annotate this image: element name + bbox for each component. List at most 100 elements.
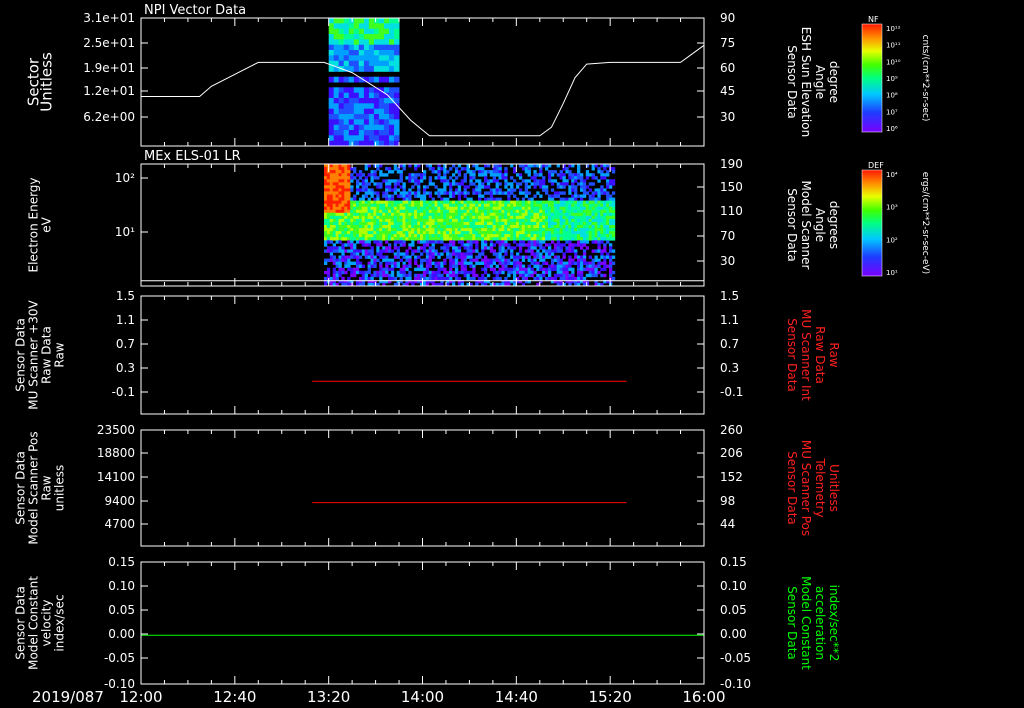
- heatmap-cell: [347, 243, 351, 247]
- heatmap-cell: [443, 176, 447, 180]
- heatmap-cell: [385, 221, 389, 226]
- heatmap-cell: [347, 255, 351, 259]
- heatmap-cell: [353, 273, 357, 278]
- heatmap-cell: [449, 185, 453, 189]
- heatmap-cell: [452, 182, 456, 186]
- right-tick-label: 70: [720, 229, 735, 243]
- heatmap-cell: [370, 221, 374, 226]
- heatmap-cell: [536, 228, 540, 232]
- heatmap-cell: [559, 225, 563, 229]
- heatmap-cell: [385, 240, 389, 244]
- heatmap-cell: [454, 231, 459, 235]
- heatmap-cell: [344, 194, 348, 198]
- heatmap-cell: [585, 170, 590, 174]
- heatmap-cell: [443, 234, 447, 238]
- colorbar-tick: 10⁴: [886, 171, 898, 179]
- heatmap-cell: [335, 258, 339, 262]
- heatmap-cell: [378, 108, 385, 115]
- left-axis-label: unitless: [53, 465, 67, 511]
- heatmap-cell: [550, 264, 555, 268]
- heatmap-cell: [414, 200, 418, 204]
- heatmap-cell: [328, 124, 335, 131]
- heatmap-cell: [562, 255, 566, 259]
- heatmap-cell: [498, 203, 502, 208]
- heatmap-cell: [399, 237, 403, 241]
- heatmap-cell: [510, 246, 514, 250]
- heatmap-cell: [422, 218, 427, 223]
- heatmap-cell: [361, 228, 366, 232]
- heatmap-cell: [527, 240, 531, 244]
- heatmap-cell: [393, 209, 398, 214]
- heatmap-cell: [463, 209, 467, 214]
- heatmap-cell: [324, 212, 328, 217]
- heatmap-cell: [556, 240, 560, 244]
- heatmap-cell: [457, 261, 462, 265]
- heatmap-cell: [524, 194, 528, 198]
- heatmap-cell: [385, 246, 389, 250]
- heatmap-cell: [513, 218, 517, 223]
- heatmap-cell: [513, 264, 517, 268]
- heatmap-cell: [437, 167, 441, 171]
- heatmap-cell: [518, 176, 523, 180]
- heatmap-cell: [378, 18, 385, 24]
- heatmap-cell: [454, 273, 459, 278]
- heatmap-cell: [609, 225, 613, 229]
- heatmap-cell: [513, 221, 517, 226]
- heatmap-cell: [394, 135, 400, 142]
- heatmap-cell: [361, 209, 366, 214]
- heatmap-cell: [553, 225, 558, 229]
- heatmap-cell: [356, 185, 360, 189]
- heatmap-cell: [353, 249, 357, 253]
- heatmap-cell: [539, 231, 543, 235]
- heatmap-cell: [341, 255, 345, 259]
- heatmap-cell: [548, 270, 552, 275]
- heatmap-cell: [469, 264, 473, 268]
- heatmap-cell: [364, 234, 368, 238]
- heatmap-cell: [457, 206, 462, 211]
- heatmap-cell: [597, 197, 601, 201]
- heatmap-cell: [332, 188, 336, 192]
- heatmap-cell: [434, 215, 438, 220]
- heatmap-cell: [539, 267, 543, 272]
- heatmap-cell: [367, 191, 371, 195]
- heatmap-cell: [565, 246, 569, 250]
- heatmap-cell: [591, 176, 595, 180]
- heatmap-cell: [550, 218, 555, 223]
- heatmap-cell: [341, 164, 345, 168]
- heatmap-cell: [396, 270, 400, 275]
- heatmap-cell: [466, 231, 470, 235]
- heatmap-cell: [597, 231, 601, 235]
- heatmap-cell: [565, 221, 569, 226]
- heatmap-cell: [460, 255, 464, 259]
- heatmap-cell: [344, 215, 348, 220]
- heatmap-cell: [501, 261, 505, 265]
- heatmap-cell: [492, 270, 496, 275]
- right-axis-label: Raw: [827, 342, 841, 367]
- heatmap-cell: [384, 18, 390, 24]
- heatmap-cell: [548, 252, 552, 256]
- heatmap-cell: [603, 176, 607, 180]
- heatmap-cell: [394, 114, 400, 120]
- heatmap-cell: [332, 255, 336, 259]
- heatmap-cell: [353, 206, 357, 211]
- heatmap-cell: [603, 203, 607, 208]
- heatmap-cell: [434, 249, 438, 253]
- heatmap-cell: [530, 206, 534, 211]
- heatmap-cell: [559, 270, 563, 275]
- heatmap-cell: [600, 185, 604, 189]
- heatmap-cell: [574, 179, 578, 183]
- heatmap-cell: [562, 212, 566, 217]
- heatmap-cell: [368, 18, 375, 24]
- heatmap-cell: [460, 191, 464, 195]
- heatmap-cell: [399, 240, 403, 244]
- heatmap-cell: [536, 221, 540, 226]
- left-tick-label: 0.00: [108, 627, 135, 641]
- heatmap-cell: [559, 197, 563, 201]
- heatmap-cell: [388, 234, 392, 238]
- heatmap-cell: [568, 206, 572, 211]
- heatmap-cell: [332, 246, 336, 250]
- right-tick-label: 152: [720, 470, 743, 484]
- heatmap-cell: [329, 212, 334, 217]
- heatmap-cell: [548, 173, 552, 177]
- heatmap-cell: [524, 170, 528, 174]
